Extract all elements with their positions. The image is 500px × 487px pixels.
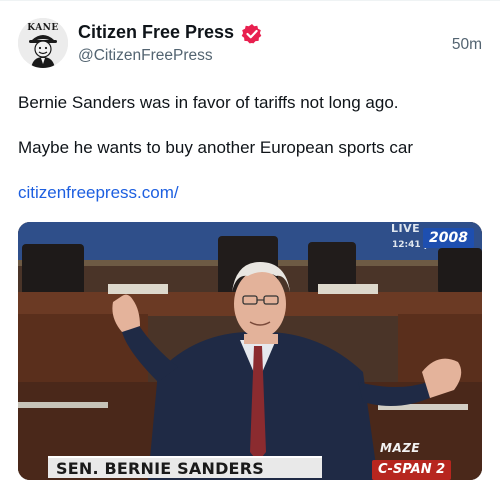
network-logo: C-SPAN 2 <box>372 460 452 480</box>
post-text-line: Bernie Sanders was in favor of tariffs n… <box>18 93 399 112</box>
post-link[interactable]: citizenfreepress.com/ <box>18 182 179 204</box>
post-text-line: Maybe he wants to buy another European s… <box>18 138 414 157</box>
display-name[interactable]: Citizen Free Press <box>78 22 234 43</box>
lower-third-banner: SEN. BERNIE SANDERS <box>48 456 322 478</box>
avatar[interactable]: KANE <box>18 18 68 68</box>
verified-badge-icon <box>241 24 262 44</box>
video-watermark: MAZE <box>380 441 421 455</box>
post-timestamp[interactable]: 50m <box>452 36 482 54</box>
post-card[interactable]: KANE Citizen Free Press @CitizenFreePres… <box>0 0 500 487</box>
divider <box>0 0 500 1</box>
video-thumbnail[interactable]: LIVE 12:41 pm ET 2008 MAZE SEN. BERNIE S… <box>18 222 482 480</box>
year-badge: 2008 <box>423 228 474 248</box>
avatar-logo-text: KANE <box>27 23 59 33</box>
account-handle[interactable]: @CitizenFreePress <box>78 47 213 65</box>
live-indicator: LIVE <box>391 222 421 235</box>
lower-third-text: SEN. BERNIE SANDERS <box>56 459 264 478</box>
